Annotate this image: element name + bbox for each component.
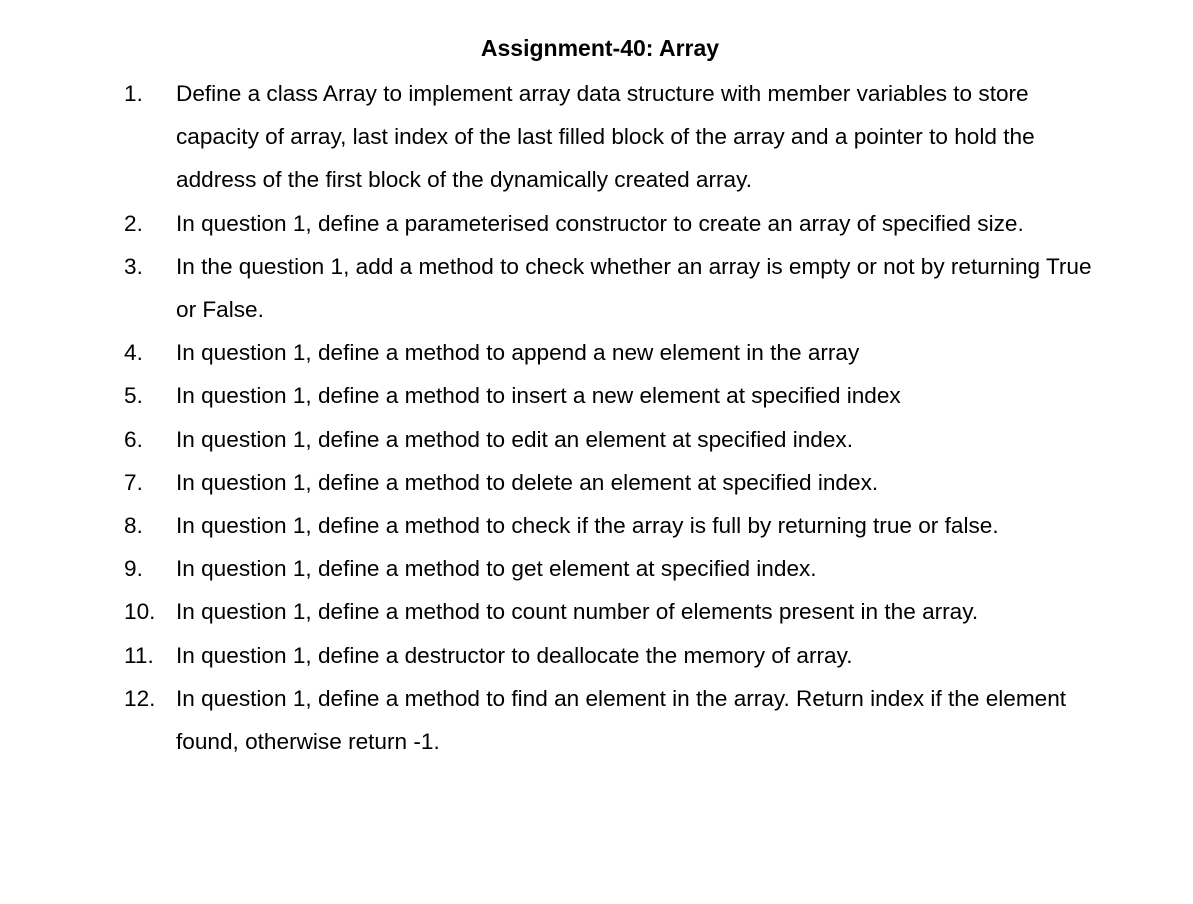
question-item: 2. In question 1, define a parameterised… bbox=[124, 202, 1114, 245]
question-item: 7. In question 1, define a method to del… bbox=[124, 461, 1114, 504]
question-item: 3. In the question 1, add a method to ch… bbox=[124, 245, 1114, 331]
document-page: { "document": { "title": "Assignment-40:… bbox=[0, 0, 1193, 904]
question-item: 8. In question 1, define a method to che… bbox=[124, 504, 1114, 547]
question-number: 9. bbox=[124, 556, 143, 582]
question-text: Define a class Array to implement array … bbox=[176, 81, 1035, 193]
question-number: 7. bbox=[124, 469, 143, 495]
question-number: 11. bbox=[124, 642, 154, 668]
question-item: 9. In question 1, define a method to get… bbox=[124, 547, 1114, 590]
question-text: In question 1, define a method to insert… bbox=[176, 383, 901, 409]
question-item: 6. In question 1, define a method to edi… bbox=[124, 418, 1114, 461]
page-title: Assignment-40: Array bbox=[480, 35, 720, 62]
question-text: In question 1, define a method to get el… bbox=[176, 556, 817, 582]
question-text: In question 1, define a method to count … bbox=[176, 599, 979, 625]
question-number: 12. bbox=[124, 685, 156, 711]
question-text: In question 1, define a destructor to de… bbox=[176, 642, 853, 668]
question-text: In question 1, define a method to delete… bbox=[176, 469, 879, 495]
question-text: In question 1, define a parameterised co… bbox=[176, 210, 1024, 236]
question-text: In the question 1, add a method to check… bbox=[176, 253, 1092, 323]
question-item: 1. Define a class Array to implement arr… bbox=[124, 72, 1114, 202]
question-list: 1. Define a class Array to implement arr… bbox=[124, 72, 1114, 763]
question-text: In question 1, define a method to check … bbox=[176, 513, 999, 539]
question-number: 10. bbox=[124, 599, 156, 625]
question-item: 11. In question 1, define a destructor t… bbox=[124, 634, 1114, 677]
question-number: 2. bbox=[124, 210, 143, 236]
question-number: 5. bbox=[124, 383, 143, 409]
question-item: 4. In question 1, define a method to app… bbox=[124, 331, 1114, 374]
question-number: 1. bbox=[124, 81, 143, 106]
question-item: 5. In question 1, define a method to ins… bbox=[124, 374, 1114, 417]
question-number: 8. bbox=[124, 513, 143, 539]
question-number: 6. bbox=[124, 426, 143, 452]
question-number: 3. bbox=[124, 253, 143, 279]
question-text: In question 1, define a method to edit a… bbox=[176, 426, 854, 452]
question-item: 12. In question 1, define a method to fi… bbox=[124, 677, 1114, 763]
question-number: 4. bbox=[124, 340, 143, 366]
question-text: In question 1, define a method to find a… bbox=[176, 685, 1067, 755]
question-item: 10. In question 1, define a method to co… bbox=[124, 590, 1114, 633]
question-text: In question 1, define a method to append… bbox=[176, 340, 860, 366]
